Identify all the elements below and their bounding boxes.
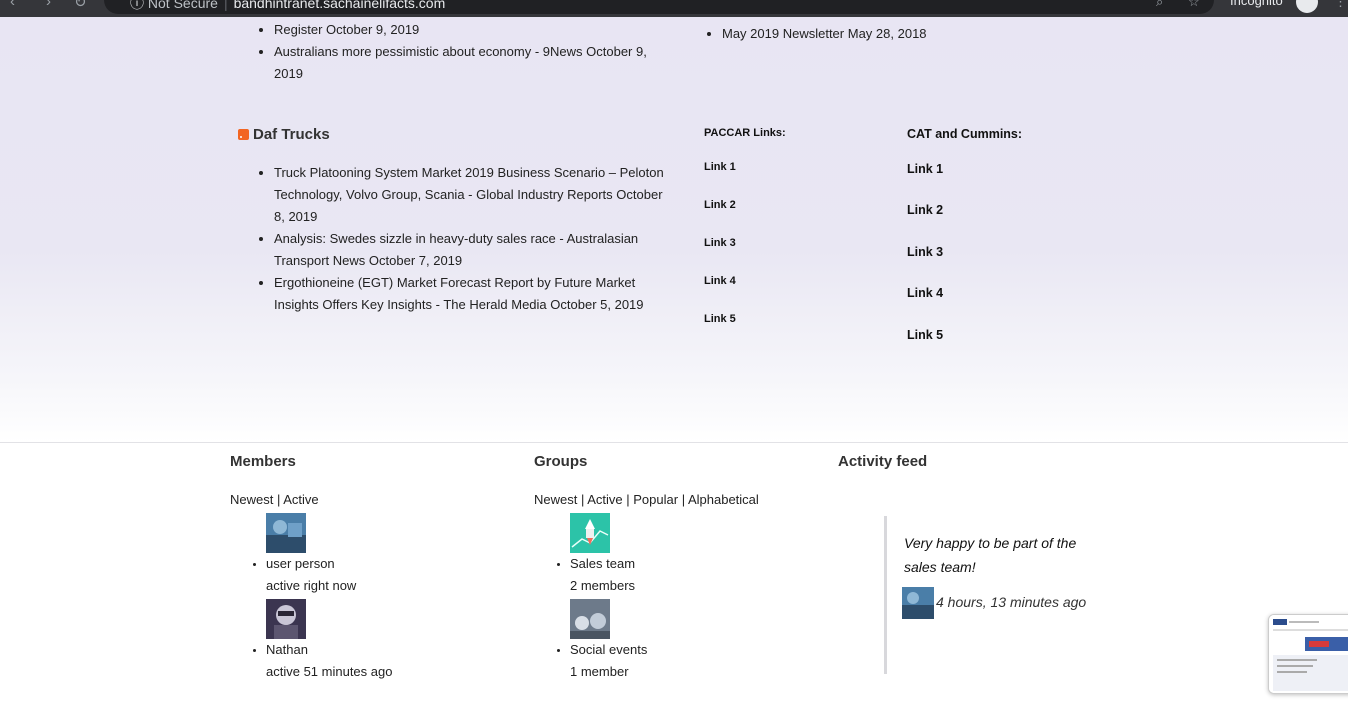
member-name[interactable]: Nathan	[266, 639, 392, 661]
feed-link[interactable]: Australians more pessimistic about econo…	[274, 44, 583, 59]
newsletter-list: May 2019 Newsletter May 28, 2018	[678, 23, 1078, 45]
bookmark-star-icon[interactable]: ☆	[1188, 0, 1200, 10]
activity-quote: Very happy to be part of the sales team!	[904, 535, 1077, 575]
daf-news-list: Truck Platooning System Market 2019 Busi…	[230, 162, 670, 316]
feed-date: October 9, 2019	[326, 22, 420, 37]
back-icon[interactable]: ‹	[10, 0, 15, 10]
widgets-area: Register October 9, 2019 Australians mor…	[0, 17, 1348, 443]
group-avatar[interactable]	[570, 599, 610, 639]
list-item: Register October 9, 2019	[274, 19, 670, 41]
daf-title-text[interactable]: Daf Trucks	[253, 126, 330, 143]
group-name[interactable]: Sales team	[570, 553, 647, 575]
menu-dots-icon[interactable]: ⋮	[1334, 0, 1347, 10]
cat-link-1[interactable]: Link 1	[907, 162, 1022, 203]
newsletter-link[interactable]: May 2019 Newsletter	[722, 26, 844, 41]
paccar-link-4[interactable]: Link 4	[704, 275, 786, 313]
groups-filter-newest[interactable]: Newest	[534, 492, 577, 507]
address-text[interactable]: ⓘ Not Secure | bandhintranet.sachainelifac…	[130, 0, 445, 13]
feed-link[interactable]: Register	[274, 22, 322, 37]
daf-trucks-heading: Daf Trucks	[238, 126, 330, 143]
news-link[interactable]: Truck Platooning System Market 2019 Busi…	[274, 165, 664, 202]
members-filter-active[interactable]: Active	[283, 492, 318, 507]
search-icon[interactable]: ⌕	[1156, 0, 1163, 10]
url-text: bandhintranet.sachainelifacts.com	[233, 0, 446, 11]
cat-link-2[interactable]: Link 2	[907, 203, 1022, 244]
groups-list: Sales team 2 members Social events 1 mem…	[534, 511, 647, 683]
list-item: Truck Platooning System Market 2019 Busi…	[274, 162, 670, 228]
group-rocket-avatar[interactable]	[570, 513, 610, 553]
info-icon: ⓘ	[130, 0, 144, 11]
groups-filter-alphabetical[interactable]: Alphabetical	[688, 492, 759, 507]
section-divider	[0, 442, 1348, 443]
preview-image	[1269, 615, 1348, 693]
members-filters: Newest | Active	[230, 492, 319, 507]
activity-time[interactable]: 4 hours, 13 minutes ago	[936, 594, 1086, 610]
tab-preview-thumbnail[interactable]	[1268, 614, 1348, 694]
browser-toolbar: ‹ › ↻ ⓘ Not Secure | bandhintranet.sachain…	[0, 0, 1348, 17]
activity-meta: 4 hours, 13 minutes ago	[902, 587, 1104, 620]
forward-icon[interactable]: ›	[46, 0, 51, 10]
incognito-avatar-icon[interactable]	[1296, 0, 1318, 13]
list-item: May 2019 Newsletter May 28, 2018	[722, 23, 1078, 45]
members-filter-newest[interactable]: Newest	[230, 492, 273, 507]
groups-filter-popular[interactable]: Popular	[633, 492, 678, 507]
cat-link-3[interactable]: Link 3	[907, 245, 1022, 286]
member-status: active right now	[266, 578, 357, 593]
paccar-link-2[interactable]: Link 2	[704, 199, 786, 237]
rss-icon[interactable]	[238, 129, 249, 140]
cat-heading: CAT and Cummins:	[907, 127, 1023, 141]
newsletter-date: May 28, 2018	[847, 26, 927, 41]
list-item: Analysis: Swedes sizzle in heavy-duty sa…	[274, 228, 670, 272]
member-avatar[interactable]	[266, 599, 306, 639]
group-item: Sales team 2 members	[570, 513, 647, 597]
activity-feed-item: Very happy to be part of the sales team!…	[884, 516, 1104, 674]
member-name[interactable]: user person	[266, 553, 392, 575]
group-name[interactable]: Social events	[570, 639, 647, 661]
members-title: Members	[230, 453, 296, 470]
member-item: Nathan active 51 minutes ago	[266, 599, 392, 683]
cat-link-4[interactable]: Link 4	[907, 286, 1022, 327]
group-count: 1 member	[570, 664, 629, 679]
paccar-link-5[interactable]: Link 5	[704, 313, 786, 351]
list-item: Ergothioneine (EGT) Market Forecast Repo…	[274, 272, 670, 316]
paccar-link-1[interactable]: Link 1	[704, 161, 786, 199]
groups-title: Groups	[534, 453, 588, 470]
members-list: user person active right now Nathan acti…	[230, 511, 392, 683]
list-item: Australians more pessimistic about econo…	[274, 41, 670, 85]
member-item: user person active right now	[266, 513, 392, 597]
paccar-link-3[interactable]: Link 3	[704, 237, 786, 275]
security-label: Not Secure	[147, 0, 218, 11]
group-item: Social events 1 member	[570, 599, 647, 683]
groups-filters: Newest | Active | Popular | Alphabetical	[534, 492, 759, 507]
group-count: 2 members	[570, 578, 636, 593]
previous-feed-list: Register October 9, 2019 Australians mor…	[230, 22, 670, 85]
news-date: October 7, 2019	[368, 253, 463, 268]
member-status: active 51 minutes ago	[266, 664, 393, 679]
paccar-heading: PACCAR Links:	[704, 127, 786, 139]
incognito-label: Incognito	[1230, 0, 1283, 8]
activity-avatar[interactable]	[902, 587, 934, 620]
reload-icon[interactable]: ↻	[74, 0, 87, 11]
member-avatar[interactable]	[266, 513, 306, 553]
cat-cummins-links: CAT and Cummins: Link 1 Link 2 Link 3 Li…	[907, 127, 1022, 369]
cat-link-5[interactable]: Link 5	[907, 328, 1022, 369]
activity-title: Activity feed	[838, 453, 928, 470]
paccar-links: PACCAR Links: Link 1 Link 2 Link 3 Link …	[704, 127, 786, 351]
groups-filter-active[interactable]: Active	[587, 492, 622, 507]
news-date: October 5, 2019	[550, 297, 644, 312]
